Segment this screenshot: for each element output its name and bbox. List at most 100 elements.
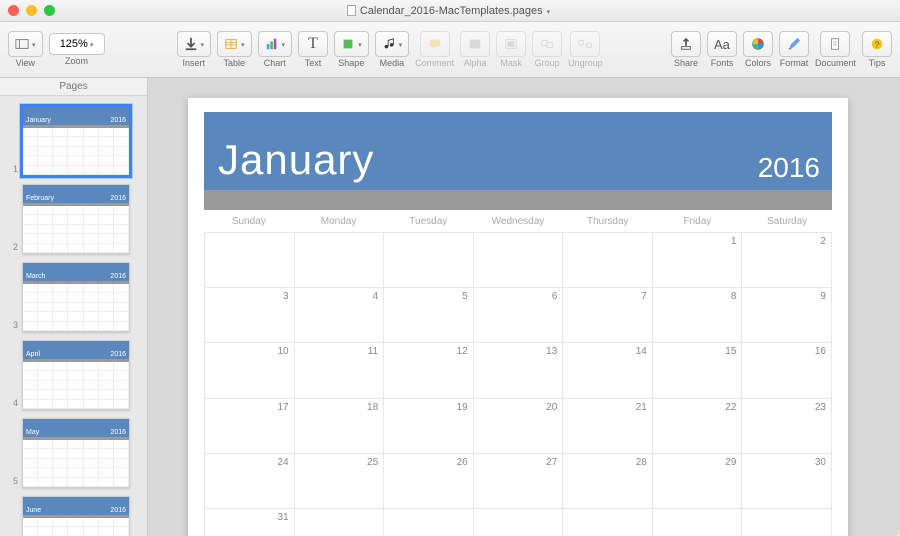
calendar-cell[interactable]	[474, 233, 564, 288]
view-button[interactable]	[8, 31, 43, 57]
calendar-year[interactable]: 2016	[758, 152, 820, 184]
insert-button[interactable]	[177, 31, 212, 57]
document-canvas[interactable]: January 2016 SundayMondayTuesdayWednesda…	[148, 78, 900, 536]
calendar-cell[interactable]: 8	[653, 288, 743, 343]
close-icon[interactable]	[8, 5, 19, 16]
calendar-cell[interactable]	[295, 233, 385, 288]
calendar-cell[interactable]: 13	[474, 343, 564, 398]
calendar-cell[interactable]: 27	[474, 454, 564, 509]
thumb-month: June	[26, 507, 41, 514]
calendar-cell[interactable]	[742, 509, 832, 536]
calendar-cell[interactable]: 25	[295, 454, 385, 509]
calendar-cell[interactable]: 5	[384, 288, 474, 343]
chevron-down-icon	[90, 38, 94, 50]
day-number: 31	[277, 512, 288, 523]
calendar-cell[interactable]	[653, 509, 743, 536]
document-label: Document	[815, 58, 856, 68]
day-number: 30	[815, 457, 826, 468]
zoom-icon[interactable]	[44, 5, 55, 16]
chart-button[interactable]	[258, 31, 293, 57]
calendar-cell[interactable]: 31	[205, 509, 295, 536]
calendar-cell[interactable]: 4	[295, 288, 385, 343]
page-thumbnail[interactable]: 5 May2016	[0, 414, 147, 492]
calendar-cell[interactable]	[563, 233, 653, 288]
calendar-cell[interactable]: 28	[563, 454, 653, 509]
thumbnail[interactable]: April2016	[22, 340, 130, 410]
format-button[interactable]	[779, 31, 809, 57]
calendar-cell[interactable]: 24	[205, 454, 295, 509]
calendar-cell[interactable]: 16	[742, 343, 832, 398]
page-thumbnail[interactable]: 6 June2016	[0, 492, 147, 536]
table-button[interactable]	[217, 31, 252, 57]
day-number: 19	[457, 402, 468, 413]
calendar-cell[interactable]: 3	[205, 288, 295, 343]
day-number: 15	[725, 346, 736, 357]
calendar-cell[interactable]	[384, 509, 474, 536]
tips-button[interactable]: ?	[862, 31, 892, 57]
calendar-cell[interactable]: 2	[742, 233, 832, 288]
comment-button[interactable]	[420, 31, 450, 57]
day-name: Thursday	[563, 216, 653, 227]
calendar-cell[interactable]: 1	[653, 233, 743, 288]
day-number: 26	[457, 457, 468, 468]
calendar-cell[interactable]: 6	[474, 288, 564, 343]
media-button[interactable]	[375, 31, 410, 57]
page-thumbnail[interactable]: 2 February2016	[0, 180, 147, 258]
day-name: Saturday	[742, 216, 832, 227]
calendar-header[interactable]: January 2016	[204, 112, 832, 190]
thumbnail[interactable]: June2016	[22, 496, 130, 536]
thumbnail[interactable]: February2016	[22, 184, 130, 254]
day-number: 28	[636, 457, 647, 468]
calendar-cell[interactable]: 18	[295, 399, 385, 454]
minimize-icon[interactable]	[26, 5, 37, 16]
calendar-cell[interactable]: 26	[384, 454, 474, 509]
chevron-down-icon	[399, 38, 403, 50]
calendar-cell[interactable]: 11	[295, 343, 385, 398]
calendar-cell[interactable]: 10	[205, 343, 295, 398]
zoom-select[interactable]: 125%	[49, 33, 105, 55]
fonts-button[interactable]: Aa	[707, 31, 737, 57]
calendar-cell[interactable]: 15	[653, 343, 743, 398]
calendar-grid[interactable]: 1234567891011121314151617181920212223242…	[204, 232, 832, 536]
page[interactable]: January 2016 SundayMondayTuesdayWednesda…	[188, 98, 848, 536]
calendar-cell[interactable]: 9	[742, 288, 832, 343]
thumbnail[interactable]: January2016	[22, 106, 130, 176]
calendar-cell[interactable]: 21	[563, 399, 653, 454]
calendar-cell[interactable]: 22	[653, 399, 743, 454]
calendar-cell[interactable]: 17	[205, 399, 295, 454]
calendar-cell[interactable]: 30	[742, 454, 832, 509]
text-button[interactable]: T	[298, 31, 328, 57]
page-thumbnail[interactable]: 1 January2016	[0, 102, 147, 180]
day-number: 27	[546, 457, 557, 468]
page-thumbnail[interactable]: 3 March2016	[0, 258, 147, 336]
calendar-cell[interactable]: 20	[474, 399, 564, 454]
colors-button[interactable]	[743, 31, 773, 57]
shape-label: Shape	[338, 58, 364, 68]
traffic-lights	[8, 5, 55, 16]
calendar-cell[interactable]	[563, 509, 653, 536]
calendar-month[interactable]: January	[218, 136, 374, 184]
chevron-down-icon[interactable]	[547, 5, 551, 17]
chevron-down-icon	[282, 38, 286, 50]
page-thumbnail[interactable]: 4 April2016	[0, 336, 147, 414]
calendar-cell[interactable]	[474, 509, 564, 536]
thumb-month: March	[26, 273, 45, 280]
shape-button[interactable]	[334, 31, 369, 57]
page-thumbnails[interactable]: 1 January2016 2 February2016 3 March2016…	[0, 96, 147, 536]
thumb-year: 2016	[110, 351, 126, 358]
page-number: 3	[10, 320, 18, 332]
calendar-cell[interactable]: 14	[563, 343, 653, 398]
calendar-cell[interactable]: 19	[384, 399, 474, 454]
calendar-cell[interactable]	[384, 233, 474, 288]
calendar-cell[interactable]: 29	[653, 454, 743, 509]
calendar-cell[interactable]: 7	[563, 288, 653, 343]
thumbnail[interactable]: May2016	[22, 418, 130, 488]
calendar-cell[interactable]: 23	[742, 399, 832, 454]
document-button[interactable]	[820, 31, 850, 57]
calendar-cell[interactable]	[295, 509, 385, 536]
calendar-cell[interactable]	[205, 233, 295, 288]
calendar-cell[interactable]: 12	[384, 343, 474, 398]
page-number: 5	[10, 476, 18, 488]
thumbnail[interactable]: March2016	[22, 262, 130, 332]
share-button[interactable]	[671, 31, 701, 57]
